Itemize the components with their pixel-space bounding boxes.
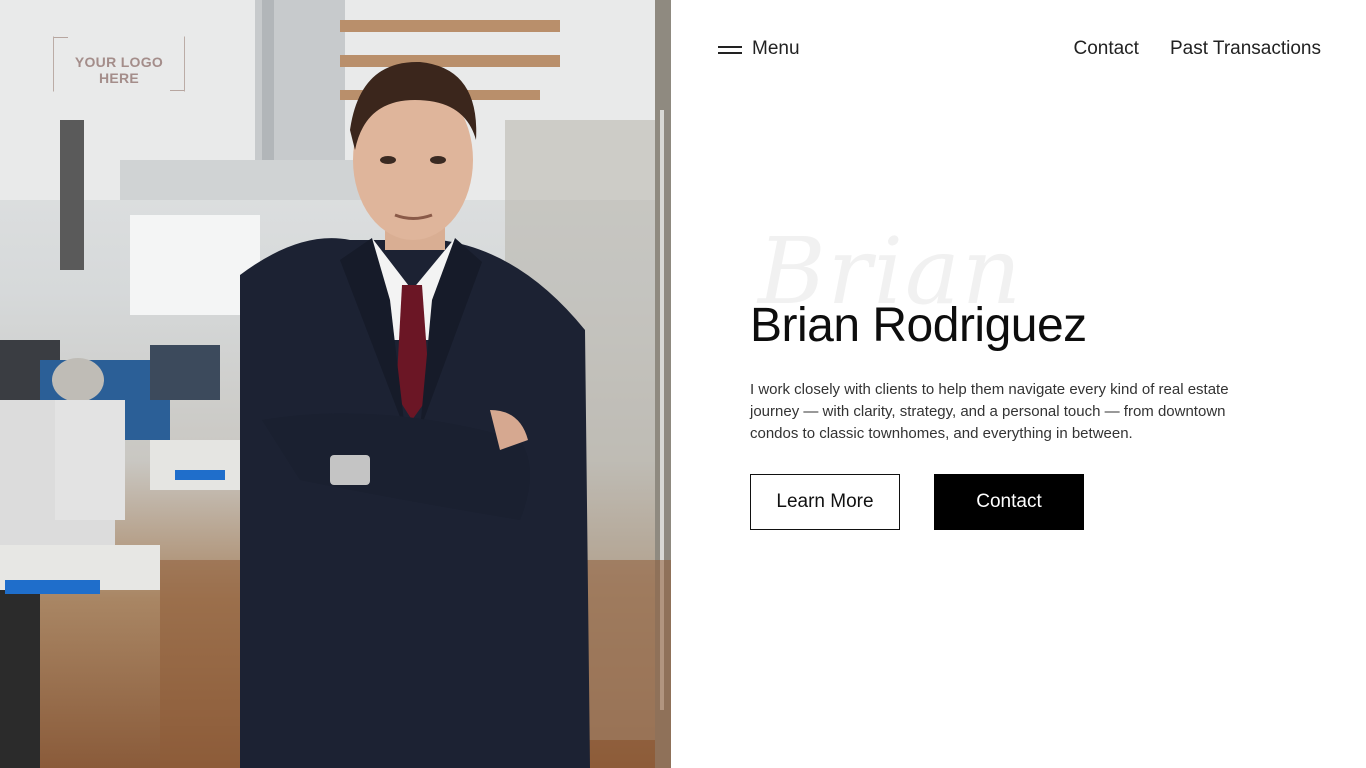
hero-photo: YOUR LOGO HERE (0, 0, 671, 768)
logo-text: YOUR LOGO HERE (74, 54, 164, 86)
logo[interactable]: YOUR LOGO HERE (53, 36, 185, 92)
menu-label: Menu (752, 38, 800, 59)
nav-link-past-transactions[interactable]: Past Transactions (1170, 38, 1321, 60)
learn-more-button[interactable]: Learn More (750, 474, 900, 530)
nav-link-contact[interactable]: Contact (1073, 38, 1138, 60)
hamburger-icon (718, 44, 742, 54)
top-nav: Contact Past Transactions (1073, 38, 1321, 60)
contact-button[interactable]: Contact (934, 474, 1084, 530)
office-portrait-image (0, 0, 671, 768)
page-title: Brian Rodriguez (750, 299, 1087, 352)
menu-button[interactable]: Menu (718, 38, 800, 60)
hero-description: I work closely with clients to help them… (750, 381, 1229, 442)
